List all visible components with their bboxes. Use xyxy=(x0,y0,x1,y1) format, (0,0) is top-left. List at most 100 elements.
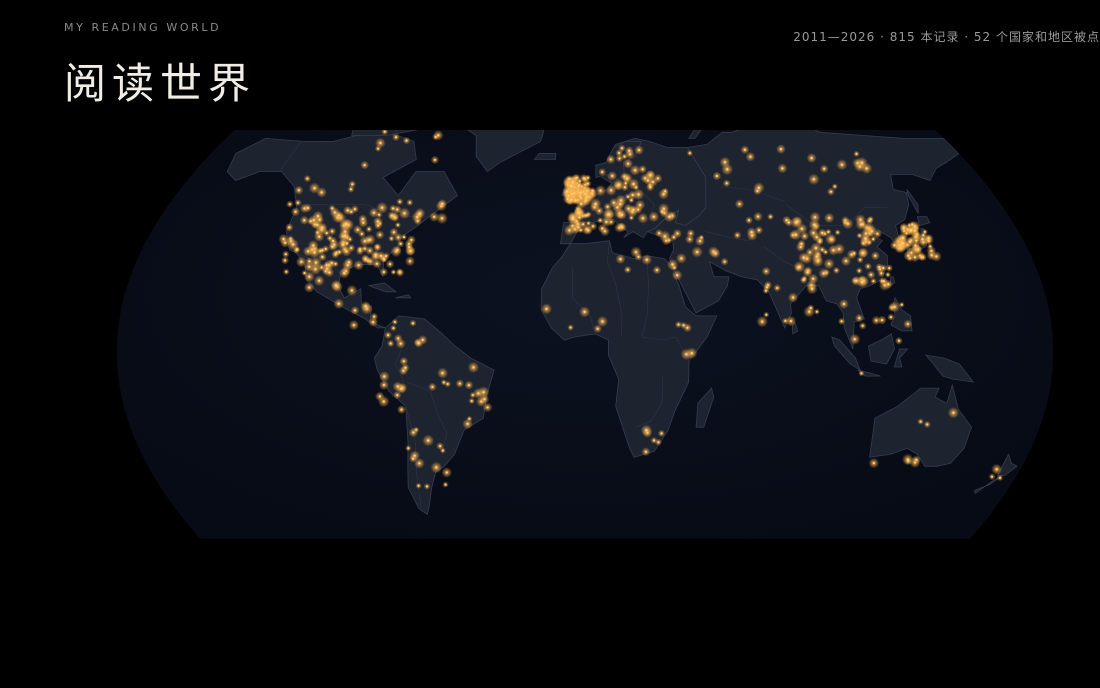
reading-point[interactable] xyxy=(806,271,809,274)
reading-point[interactable] xyxy=(343,272,346,275)
reading-point[interactable] xyxy=(418,462,421,465)
reading-point[interactable] xyxy=(864,237,867,240)
reading-point[interactable] xyxy=(909,240,912,243)
reading-point[interactable] xyxy=(638,149,640,152)
reading-point[interactable] xyxy=(335,251,338,254)
reading-point[interactable] xyxy=(313,187,316,190)
reading-point[interactable] xyxy=(738,203,741,205)
reading-point[interactable] xyxy=(631,194,634,196)
reading-point[interactable] xyxy=(403,236,405,239)
reading-point[interactable] xyxy=(618,152,621,154)
reading-point[interactable] xyxy=(297,201,299,204)
reading-point[interactable] xyxy=(634,169,637,172)
reading-point[interactable] xyxy=(598,209,601,212)
reading-point[interactable] xyxy=(765,313,768,316)
reading-point[interactable] xyxy=(769,215,772,218)
reading-point[interactable] xyxy=(594,202,597,205)
reading-point[interactable] xyxy=(441,449,444,452)
reading-point[interactable] xyxy=(991,475,993,478)
reading-point[interactable] xyxy=(392,271,395,274)
reading-point[interactable] xyxy=(433,158,436,161)
reading-point[interactable] xyxy=(649,174,652,176)
reading-point[interactable] xyxy=(619,258,622,261)
reading-point[interactable] xyxy=(811,287,814,290)
reading-point[interactable] xyxy=(828,262,831,265)
reading-point[interactable] xyxy=(344,234,346,237)
reading-point[interactable] xyxy=(897,339,900,342)
reading-point[interactable] xyxy=(389,263,391,266)
reading-point[interactable] xyxy=(321,249,324,252)
reading-point[interactable] xyxy=(345,242,348,245)
reading-point[interactable] xyxy=(398,200,401,203)
reading-point[interactable] xyxy=(577,211,580,214)
reading-point[interactable] xyxy=(635,251,637,254)
reading-point[interactable] xyxy=(810,157,813,160)
reading-point[interactable] xyxy=(580,202,583,205)
reading-point[interactable] xyxy=(368,228,370,231)
reading-point[interactable] xyxy=(396,394,399,397)
reading-point[interactable] xyxy=(427,439,430,442)
reading-point[interactable] xyxy=(396,224,399,226)
reading-point[interactable] xyxy=(471,394,474,397)
reading-point[interactable] xyxy=(749,155,752,158)
reading-point[interactable] xyxy=(308,286,311,289)
reading-point[interactable] xyxy=(402,360,405,363)
reading-point[interactable] xyxy=(682,324,685,327)
reading-point[interactable] xyxy=(610,189,613,192)
reading-point[interactable] xyxy=(853,338,856,341)
reading-point[interactable] xyxy=(306,177,309,180)
reading-point[interactable] xyxy=(412,322,414,325)
reading-point[interactable] xyxy=(585,214,588,217)
reading-point[interactable] xyxy=(446,383,449,385)
reading-point[interactable] xyxy=(886,273,889,276)
reading-point[interactable] xyxy=(758,229,760,232)
reading-point[interactable] xyxy=(726,168,729,171)
reading-point[interactable] xyxy=(835,269,838,272)
reading-point[interactable] xyxy=(609,158,612,161)
reading-point[interactable] xyxy=(714,252,717,255)
reading-point[interactable] xyxy=(658,232,661,235)
reading-point[interactable] xyxy=(472,366,475,369)
reading-point[interactable] xyxy=(700,236,703,239)
reading-point[interactable] xyxy=(387,334,390,337)
reading-point[interactable] xyxy=(284,253,287,256)
reading-point[interactable] xyxy=(645,258,648,261)
reading-point[interactable] xyxy=(858,317,861,320)
reading-point[interactable] xyxy=(845,260,847,262)
reading-point[interactable] xyxy=(680,257,683,260)
reading-point[interactable] xyxy=(887,283,890,286)
reading-point[interactable] xyxy=(673,266,676,269)
reading-point[interactable] xyxy=(853,252,856,255)
reading-point[interactable] xyxy=(889,316,892,319)
world-map[interactable] xyxy=(0,130,1100,670)
reading-point[interactable] xyxy=(431,385,434,388)
reading-point[interactable] xyxy=(798,265,801,268)
reading-point[interactable] xyxy=(999,476,1001,479)
reading-point[interactable] xyxy=(482,391,485,394)
reading-point[interactable] xyxy=(781,167,784,170)
reading-point[interactable] xyxy=(655,269,658,272)
reading-point[interactable] xyxy=(676,274,679,277)
reading-point[interactable] xyxy=(400,387,403,390)
reading-point[interactable] xyxy=(376,246,379,249)
reading-point[interactable] xyxy=(846,222,849,225)
reading-point[interactable] xyxy=(626,177,628,180)
reading-point[interactable] xyxy=(657,441,660,444)
reading-point[interactable] xyxy=(861,252,864,255)
reading-point[interactable] xyxy=(288,226,291,229)
reading-point[interactable] xyxy=(345,223,348,225)
reading-point[interactable] xyxy=(874,254,877,257)
reading-point[interactable] xyxy=(632,183,635,185)
reading-point[interactable] xyxy=(368,249,371,252)
reading-point[interactable] xyxy=(800,242,803,245)
reading-point[interactable] xyxy=(392,231,395,234)
reading-point[interactable] xyxy=(379,142,382,144)
reading-point[interactable] xyxy=(915,458,918,461)
reading-point[interactable] xyxy=(442,381,445,384)
reading-point[interactable] xyxy=(331,245,334,248)
reading-point[interactable] xyxy=(840,320,843,323)
reading-point[interactable] xyxy=(382,400,385,403)
reading-point[interactable] xyxy=(354,309,356,312)
reading-point[interactable] xyxy=(676,232,679,235)
reading-point[interactable] xyxy=(686,326,689,329)
